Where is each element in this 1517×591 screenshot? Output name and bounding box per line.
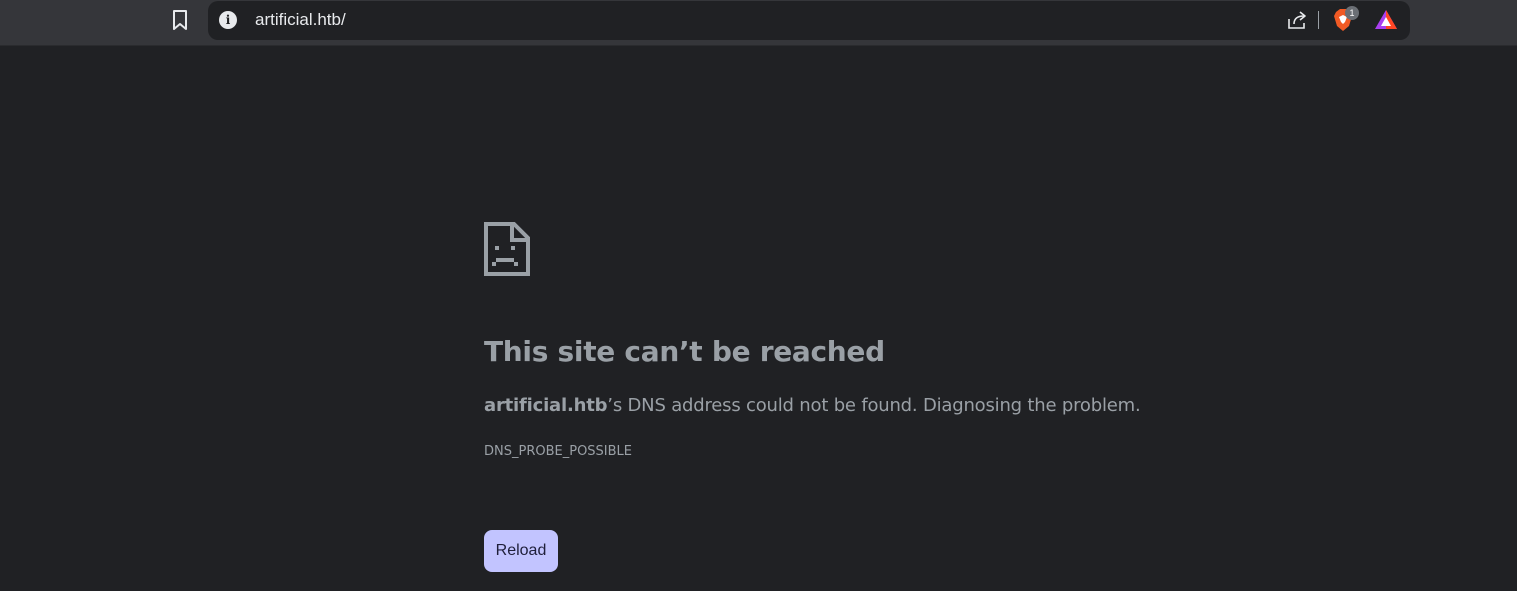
brave-rewards-icon[interactable] — [1374, 9, 1398, 31]
address-bar[interactable]: i artificial.htb/ 1 — [208, 1, 1410, 40]
error-headline: This site can’t be reached — [484, 335, 885, 368]
error-code: DNS_PROBE_POSSIBLE — [484, 444, 633, 459]
shields-count-badge: 1 — [1345, 6, 1359, 20]
url-text[interactable]: artificial.htb/ — [255, 10, 346, 30]
sad-document-icon — [484, 222, 530, 276]
error-host: artificial.htb — [484, 395, 608, 416]
toolbar-divider — [1318, 11, 1319, 29]
error-description-text: ’s DNS address could not be found. Diagn… — [607, 395, 1141, 416]
error-content: This site can’t be reached artificial.ht… — [484, 222, 1184, 572]
reload-button[interactable]: Reload — [484, 530, 558, 572]
error-description: artificial.htb’s DNS address could not b… — [484, 395, 1141, 416]
info-icon[interactable]: i — [219, 11, 237, 29]
info-icon-glyph: i — [225, 13, 231, 27]
share-icon[interactable] — [1286, 9, 1308, 31]
bookmark-icon[interactable] — [166, 6, 194, 34]
browser-toolbar: i artificial.htb/ 1 — [0, 0, 1517, 46]
